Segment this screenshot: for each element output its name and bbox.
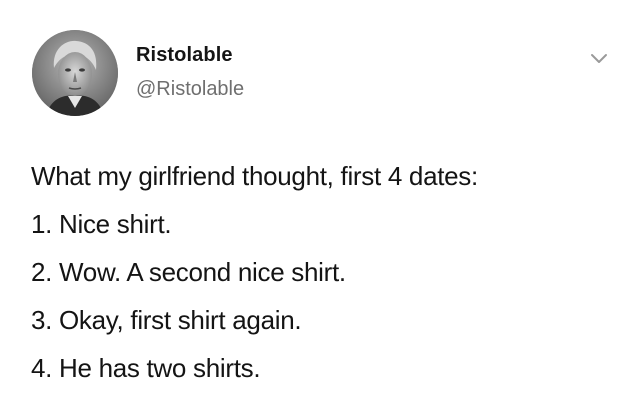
- tweet-card: Ristolable @Ristolable What my girlfrien…: [0, 0, 640, 416]
- avatar[interactable]: [32, 30, 118, 116]
- author-handle[interactable]: @Ristolable: [136, 78, 244, 101]
- author-name[interactable]: Ristolable: [136, 44, 233, 67]
- tweet-line: 1. Nice shirt.: [31, 209, 172, 239]
- tweet-line: What my girlfriend thought, first 4 date…: [31, 161, 478, 191]
- tweet-line: 3. Okay, first shirt again.: [31, 305, 302, 335]
- tweet-line: 2. Wow. A second nice shirt.: [31, 257, 346, 287]
- chevron-down-icon[interactable]: [589, 52, 609, 66]
- tweet-text: What my girlfriend thought, first 4 date…: [31, 152, 621, 392]
- avatar-portrait-icon: [32, 30, 118, 116]
- tweet-line: 4. He has two shirts.: [31, 353, 261, 383]
